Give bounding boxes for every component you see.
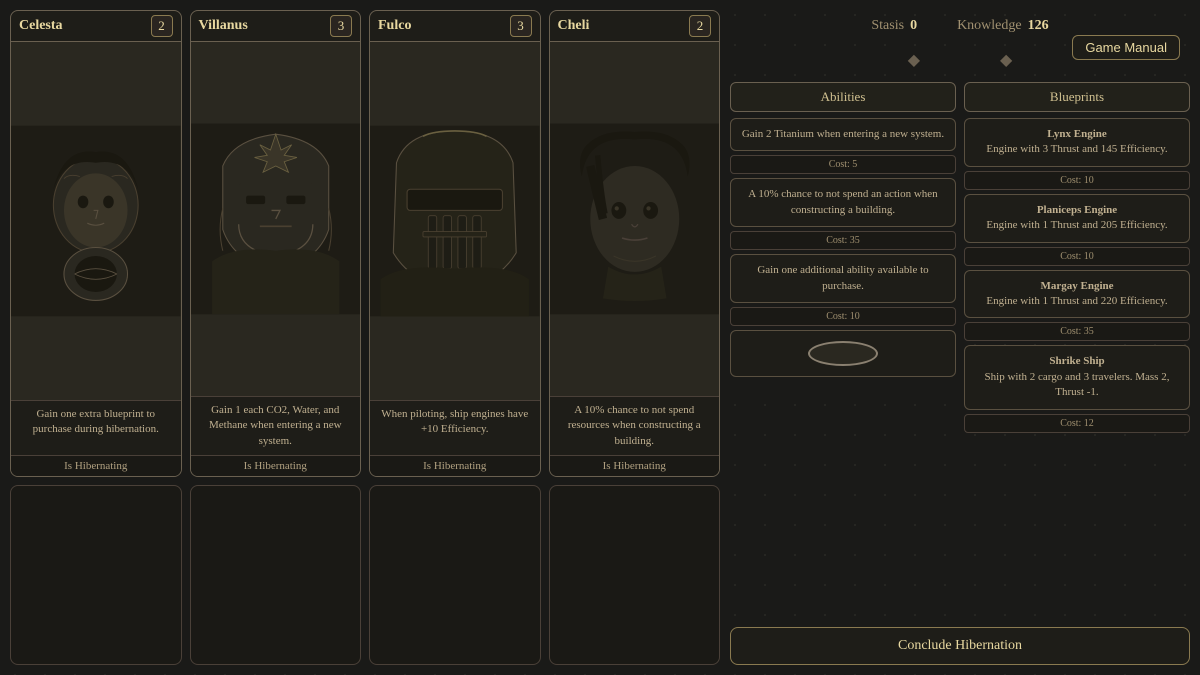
blueprint-text-4: Ship with 2 cargo and 3 travelers. Mass … bbox=[985, 371, 1170, 398]
card-celesta-description: Gain one extra blueprint to purchase dur… bbox=[11, 400, 181, 455]
card-fulco-header: Fulco 3 bbox=[370, 11, 540, 42]
blueprint-name-2: Planiceps Engine bbox=[1037, 204, 1117, 216]
blueprint-text-2: Engine with 1 Thrust and 205 Efficiency. bbox=[986, 219, 1167, 231]
card-cheli-portrait bbox=[550, 42, 720, 396]
knowledge-stat: Knowledge 126 bbox=[957, 18, 1049, 34]
columns-area: Abilities Gain 2 Titanium when entering … bbox=[730, 82, 1190, 615]
card-celesta-portrait bbox=[11, 42, 181, 400]
ability-column: Abilities Gain 2 Titanium when entering … bbox=[730, 82, 956, 615]
card-cheli-name: Cheli bbox=[558, 18, 590, 34]
stasis-value: 0 bbox=[910, 18, 917, 34]
card-celesta: Celesta 2 bbox=[10, 10, 182, 477]
knowledge-label: Knowledge bbox=[957, 18, 1022, 34]
card-fulco-portrait bbox=[370, 42, 540, 400]
card-cheli: Cheli 2 bbox=[549, 10, 721, 477]
main-container: Celesta 2 bbox=[0, 0, 1200, 675]
card-celesta-status: Is Hibernating bbox=[11, 455, 181, 476]
blueprint-name-4: Shrike Ship bbox=[1049, 355, 1104, 367]
blueprint-cost-1: Cost: 10 bbox=[964, 171, 1190, 190]
empty-card-3 bbox=[369, 485, 541, 665]
cheli-portrait-svg bbox=[550, 42, 720, 396]
blueprint-cost-3: Cost: 35 bbox=[964, 322, 1190, 341]
card-fulco-name: Fulco bbox=[378, 18, 411, 34]
blueprint-name-3: Margay Engine bbox=[1040, 280, 1113, 292]
ability-item-1[interactable]: Gain 2 Titanium when entering a new syst… bbox=[730, 118, 956, 151]
right-panel: Stasis 0 Knowledge 126 ◆ ◆ Abilities Gai… bbox=[730, 10, 1190, 665]
card-villanus-level: 3 bbox=[330, 15, 352, 37]
ability-cost-1: Cost: 5 bbox=[730, 155, 956, 174]
fulco-portrait-svg bbox=[370, 42, 540, 400]
empty-cards-row bbox=[10, 485, 720, 665]
empty-card-4 bbox=[549, 485, 721, 665]
blueprint-item-4[interactable]: Shrike Ship Ship with 2 cargo and 3 trav… bbox=[964, 345, 1190, 409]
stasis-label: Stasis bbox=[871, 18, 904, 34]
card-celesta-level: 2 bbox=[151, 15, 173, 37]
knowledge-value: 126 bbox=[1028, 18, 1049, 34]
cards-row-top: Celesta 2 bbox=[10, 10, 720, 477]
token-oval bbox=[808, 341, 878, 366]
blueprints-header: Blueprints bbox=[964, 82, 1190, 112]
ability-item-2[interactable]: A 10% chance to not spend an action when… bbox=[730, 178, 956, 227]
ability-cost-3: Cost: 10 bbox=[730, 307, 956, 326]
card-fulco-status: Is Hibernating bbox=[370, 455, 540, 476]
blueprint-cost-4: Cost: 12 bbox=[964, 414, 1190, 433]
blueprint-column: Blueprints Lynx Engine Engine with 3 Thr… bbox=[964, 82, 1190, 615]
celesta-portrait-svg bbox=[11, 42, 181, 400]
blueprint-text-1: Engine with 3 Thrust and 145 Efficiency. bbox=[986, 143, 1167, 155]
blueprint-name-1: Lynx Engine bbox=[1047, 128, 1107, 140]
blueprint-item-1[interactable]: Lynx Engine Engine with 3 Thrust and 145… bbox=[964, 118, 1190, 167]
card-villanus-header: Villanus 3 bbox=[191, 11, 361, 42]
card-fulco-level: 3 bbox=[510, 15, 532, 37]
card-villanus-description: Gain 1 each CO2, Water, and Methane when… bbox=[191, 396, 361, 455]
empty-card-2 bbox=[190, 485, 362, 665]
conclude-hibernation-button[interactable]: Conclude Hibernation bbox=[730, 627, 1190, 665]
card-cheli-level: 2 bbox=[689, 15, 711, 37]
card-fulco-description: When piloting, ship engines have +10 Eff… bbox=[370, 400, 540, 455]
blueprint-cost-2: Cost: 10 bbox=[964, 247, 1190, 266]
ability-token bbox=[730, 330, 956, 377]
blueprint-item-3[interactable]: Margay Engine Engine with 1 Thrust and 2… bbox=[964, 270, 1190, 319]
abilities-header: Abilities bbox=[730, 82, 956, 112]
stasis-stat: Stasis 0 bbox=[871, 18, 917, 34]
blueprint-text-3: Engine with 1 Thrust and 220 Efficiency. bbox=[986, 295, 1167, 307]
card-fulco: Fulco 3 bbox=[369, 10, 541, 477]
card-celesta-name: Celesta bbox=[19, 18, 63, 34]
cards-area: Celesta 2 bbox=[10, 10, 720, 665]
card-cheli-description: A 10% chance to not spend resources when… bbox=[550, 396, 720, 455]
ability-item-3[interactable]: Gain one additional ability available to… bbox=[730, 254, 956, 303]
card-celesta-header: Celesta 2 bbox=[11, 11, 181, 42]
ability-cost-2: Cost: 35 bbox=[730, 231, 956, 250]
card-cheli-status: Is Hibernating bbox=[550, 455, 720, 476]
card-villanus-name: Villanus bbox=[199, 18, 248, 34]
card-cheli-header: Cheli 2 bbox=[550, 11, 720, 42]
game-manual-button[interactable]: Game Manual bbox=[1072, 35, 1180, 60]
card-villanus: Villanus 3 bbox=[190, 10, 362, 477]
empty-card-1 bbox=[10, 485, 182, 665]
card-villanus-status: Is Hibernating bbox=[191, 455, 361, 476]
villanus-portrait-svg bbox=[191, 42, 361, 396]
blueprint-item-2[interactable]: Planiceps Engine Engine with 1 Thrust an… bbox=[964, 194, 1190, 243]
card-villanus-portrait bbox=[191, 42, 361, 396]
